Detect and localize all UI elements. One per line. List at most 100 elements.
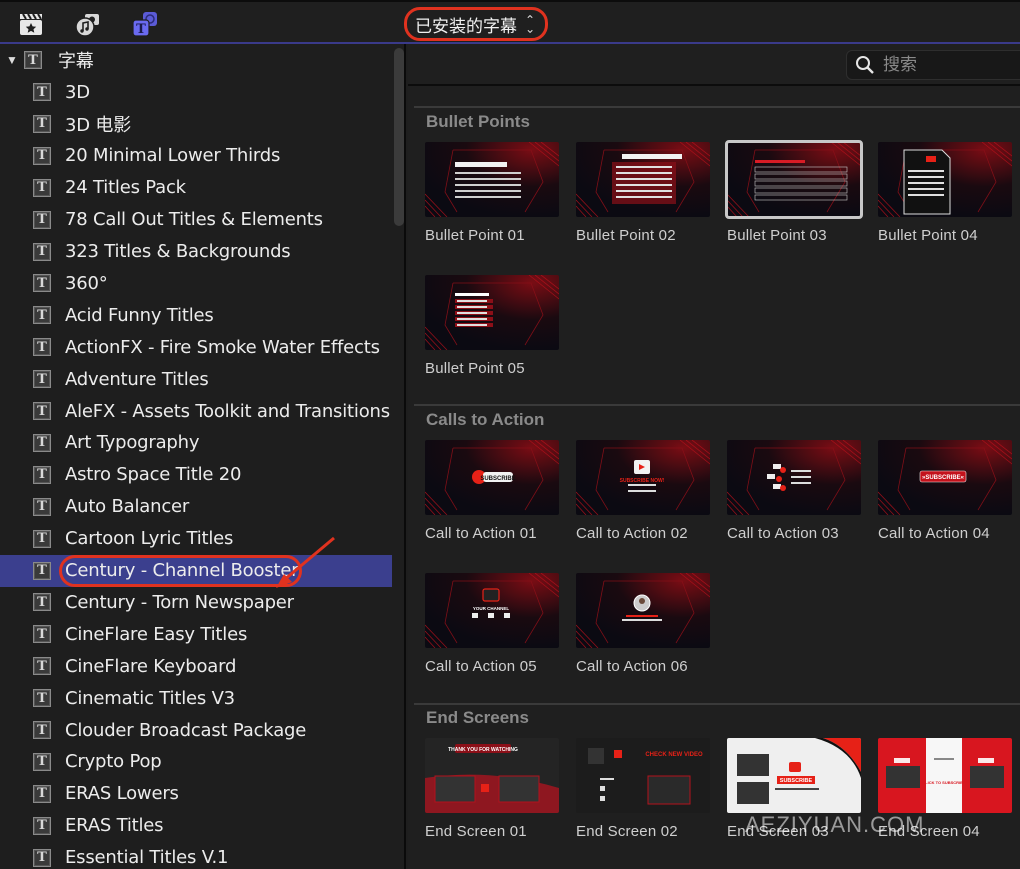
clip-thumbnail[interactable] bbox=[727, 440, 861, 515]
title-clip[interactable]: SUBSCRIBE End Screen 03 bbox=[727, 738, 861, 840]
sidebar-item[interactable]: T Auto Balancer bbox=[0, 491, 392, 523]
title-clip[interactable]: YOUR CHANNEL Call to Action 05 bbox=[425, 573, 559, 675]
clip-thumbnail[interactable] bbox=[425, 142, 559, 217]
disclosure-triangle-icon[interactable]: ▼ bbox=[6, 53, 20, 67]
clip-thumbnail[interactable]: CHECK NEW VIDEO bbox=[576, 738, 710, 813]
clip-thumbnail[interactable] bbox=[878, 142, 1012, 217]
clip-thumbnail[interactable]: CLICK TO SUBSCRIBE bbox=[878, 738, 1012, 813]
title-clip[interactable]: Bullet Point 04 bbox=[878, 142, 1012, 244]
sidebar-item-label: ERAS Titles bbox=[65, 815, 164, 837]
sidebar-item[interactable]: T Adventure Titles bbox=[0, 363, 392, 395]
chevron-updown-icon: ⌃ ⌃ bbox=[525, 13, 536, 35]
clip-thumbnail[interactable]: SUBSCRIBE NOW! bbox=[576, 440, 710, 515]
svg-text:SUBSCRIBE: SUBSCRIBE bbox=[480, 476, 515, 482]
library-selector[interactable]: 已安装的字幕 ⌃ ⌃ bbox=[404, 7, 549, 41]
title-icon: T bbox=[33, 497, 51, 516]
search-input[interactable] bbox=[883, 55, 1003, 75]
sidebar-item[interactable]: T 3D bbox=[0, 76, 392, 108]
thumbnail-preview-image: »SUBSCRIBE« bbox=[878, 440, 1012, 515]
sidebar-item[interactable]: T Clouder Broadcast Package bbox=[0, 714, 392, 746]
title-clip[interactable]: »SUBSCRIBE« Call to Action 04 bbox=[878, 440, 1012, 542]
sidebar-item[interactable]: T Art Typography bbox=[0, 427, 392, 459]
sidebar-item[interactable]: T 3D 电影 bbox=[0, 108, 392, 140]
titles-generators-icon[interactable]: T bbox=[131, 10, 159, 38]
clip-name: Call to Action 05 bbox=[425, 658, 537, 675]
title-clip[interactable]: Call to Action 03 bbox=[727, 440, 861, 542]
music-sound-icon[interactable] bbox=[74, 10, 102, 38]
clip-name: Call to Action 06 bbox=[576, 658, 688, 675]
sidebar-item[interactable]: T 360° bbox=[0, 267, 392, 299]
clip-name: End Screen 02 bbox=[576, 823, 678, 840]
clip-thumbnail[interactable] bbox=[725, 140, 863, 219]
clip-name: Bullet Point 04 bbox=[878, 227, 978, 244]
title-icon: T bbox=[33, 657, 51, 676]
title-clip[interactable]: Bullet Point 03 bbox=[725, 140, 863, 244]
sidebar-item[interactable]: T Century - Torn Newspaper bbox=[0, 586, 392, 618]
sidebar-item-label: Auto Balancer bbox=[65, 496, 190, 518]
photos-videos-icon[interactable] bbox=[17, 10, 45, 38]
clip-thumbnail[interactable]: »SUBSCRIBE« bbox=[878, 440, 1012, 515]
title-clip[interactable]: Bullet Point 01 bbox=[425, 142, 559, 244]
sidebar-item-label: Century - Torn Newspaper bbox=[65, 591, 294, 613]
clip-thumbnail[interactable] bbox=[425, 275, 559, 350]
sidebar-item[interactable]: T Astro Space Title 20 bbox=[0, 459, 392, 491]
title-icon: T bbox=[33, 210, 51, 229]
sidebar-item-label: ERAS Lowers bbox=[65, 783, 179, 805]
section-title: Calls to Action bbox=[426, 410, 545, 429]
sidebar-item-label: ActionFX - Fire Smoke Water Effects bbox=[65, 336, 380, 358]
search-field[interactable] bbox=[846, 50, 1020, 80]
sidebar-item[interactable]: T CineFlare Keyboard bbox=[0, 650, 392, 682]
sidebar-item[interactable]: T Acid Funny Titles bbox=[0, 299, 392, 331]
title-clip[interactable]: Bullet Point 02 bbox=[576, 142, 710, 244]
sidebar-item-label: Cinematic Titles V3 bbox=[65, 687, 235, 709]
sidebar-item[interactable]: T Cinematic Titles V3 bbox=[0, 682, 392, 714]
sidebar-item[interactable]: T ActionFX - Fire Smoke Water Effects bbox=[0, 331, 392, 363]
sidebar-item[interactable]: T Cartoon Lyric Titles bbox=[0, 523, 392, 555]
sidebar-item[interactable]: T ERAS Lowers bbox=[0, 778, 392, 810]
title-icon: T bbox=[33, 338, 51, 357]
title-icon: T bbox=[33, 274, 51, 293]
sidebar-item-label: Adventure Titles bbox=[65, 368, 209, 390]
sidebar-item[interactable]: T AleFX - Assets Toolkit and Transitions bbox=[0, 395, 392, 427]
clip-name: Call to Action 03 bbox=[727, 525, 839, 542]
clip-thumbnail[interactable]: YOUR CHANNEL bbox=[425, 573, 559, 648]
clip-thumbnail[interactable]: THANK YOU FOR WATCHING bbox=[425, 738, 559, 813]
title-icon: T bbox=[33, 561, 51, 580]
title-clip[interactable]: THANK YOU FOR WATCHING End Screen 01 bbox=[425, 738, 559, 840]
sidebar-item[interactable]: T ERAS Titles bbox=[0, 810, 392, 842]
clip-thumbnail[interactable]: SUBSCRIBE bbox=[727, 738, 861, 813]
sidebar-item[interactable]: T CineFlare Easy Titles bbox=[0, 618, 392, 650]
clip-thumbnail[interactable]: SUBSCRIBE bbox=[425, 440, 559, 515]
sidebar-item-label: Acid Funny Titles bbox=[65, 304, 214, 326]
sidebar-item[interactable]: T Essential Titles V.1 bbox=[0, 842, 392, 869]
title-icon: T bbox=[33, 625, 51, 644]
clip-thumbnail[interactable] bbox=[576, 573, 710, 648]
title-icon: T bbox=[33, 848, 51, 867]
sidebar-item[interactable]: T Crypto Pop bbox=[0, 746, 392, 778]
svg-text:CHECK NEW VIDEO: CHECK NEW VIDEO bbox=[645, 752, 703, 758]
svg-text:CLICK TO SUBSCRIBE: CLICK TO SUBSCRIBE bbox=[922, 780, 966, 785]
title-clip[interactable]: CLICK TO SUBSCRIBE End Screen 04 bbox=[878, 738, 1012, 840]
sidebar-item[interactable]: T 24 Titles Pack bbox=[0, 172, 392, 204]
sidebar-item[interactable]: T 323 Titles & Backgrounds bbox=[0, 236, 392, 268]
clip-name: Bullet Point 03 bbox=[727, 227, 827, 244]
sidebar-item-label: 323 Titles & Backgrounds bbox=[65, 241, 291, 262]
title-icon: T bbox=[33, 816, 51, 835]
section-divider bbox=[414, 703, 1020, 705]
sidebar-item-label: Art Typography bbox=[65, 432, 200, 454]
clip-thumbnail[interactable] bbox=[576, 142, 710, 217]
title-clip[interactable]: Call to Action 06 bbox=[576, 573, 710, 675]
title-clip[interactable]: SUBSCRIBE Call to Action 01 bbox=[425, 440, 559, 542]
sidebar-item[interactable]: T 20 Minimal Lower Thirds bbox=[0, 140, 392, 172]
sidebar-item[interactable]: T 78 Call Out Titles & Elements bbox=[0, 204, 392, 236]
sidebar-scrollbar[interactable] bbox=[394, 48, 404, 226]
thumbnail-preview-image bbox=[727, 440, 861, 515]
title-clip[interactable]: CHECK NEW VIDEO End Screen 02 bbox=[576, 738, 710, 840]
sidebar-root-titles[interactable]: ▼ T 字幕 bbox=[0, 44, 392, 76]
title-clip[interactable]: Bullet Point 05 bbox=[425, 275, 559, 377]
sidebar-item[interactable]: T Century - Channel Booster bbox=[0, 554, 392, 587]
svg-text:SUBSCRIBE NOW!: SUBSCRIBE NOW! bbox=[620, 478, 665, 484]
svg-text:T: T bbox=[136, 22, 146, 37]
title-icon: T bbox=[33, 306, 51, 325]
title-clip[interactable]: SUBSCRIBE NOW! Call to Action 02 bbox=[576, 440, 710, 542]
